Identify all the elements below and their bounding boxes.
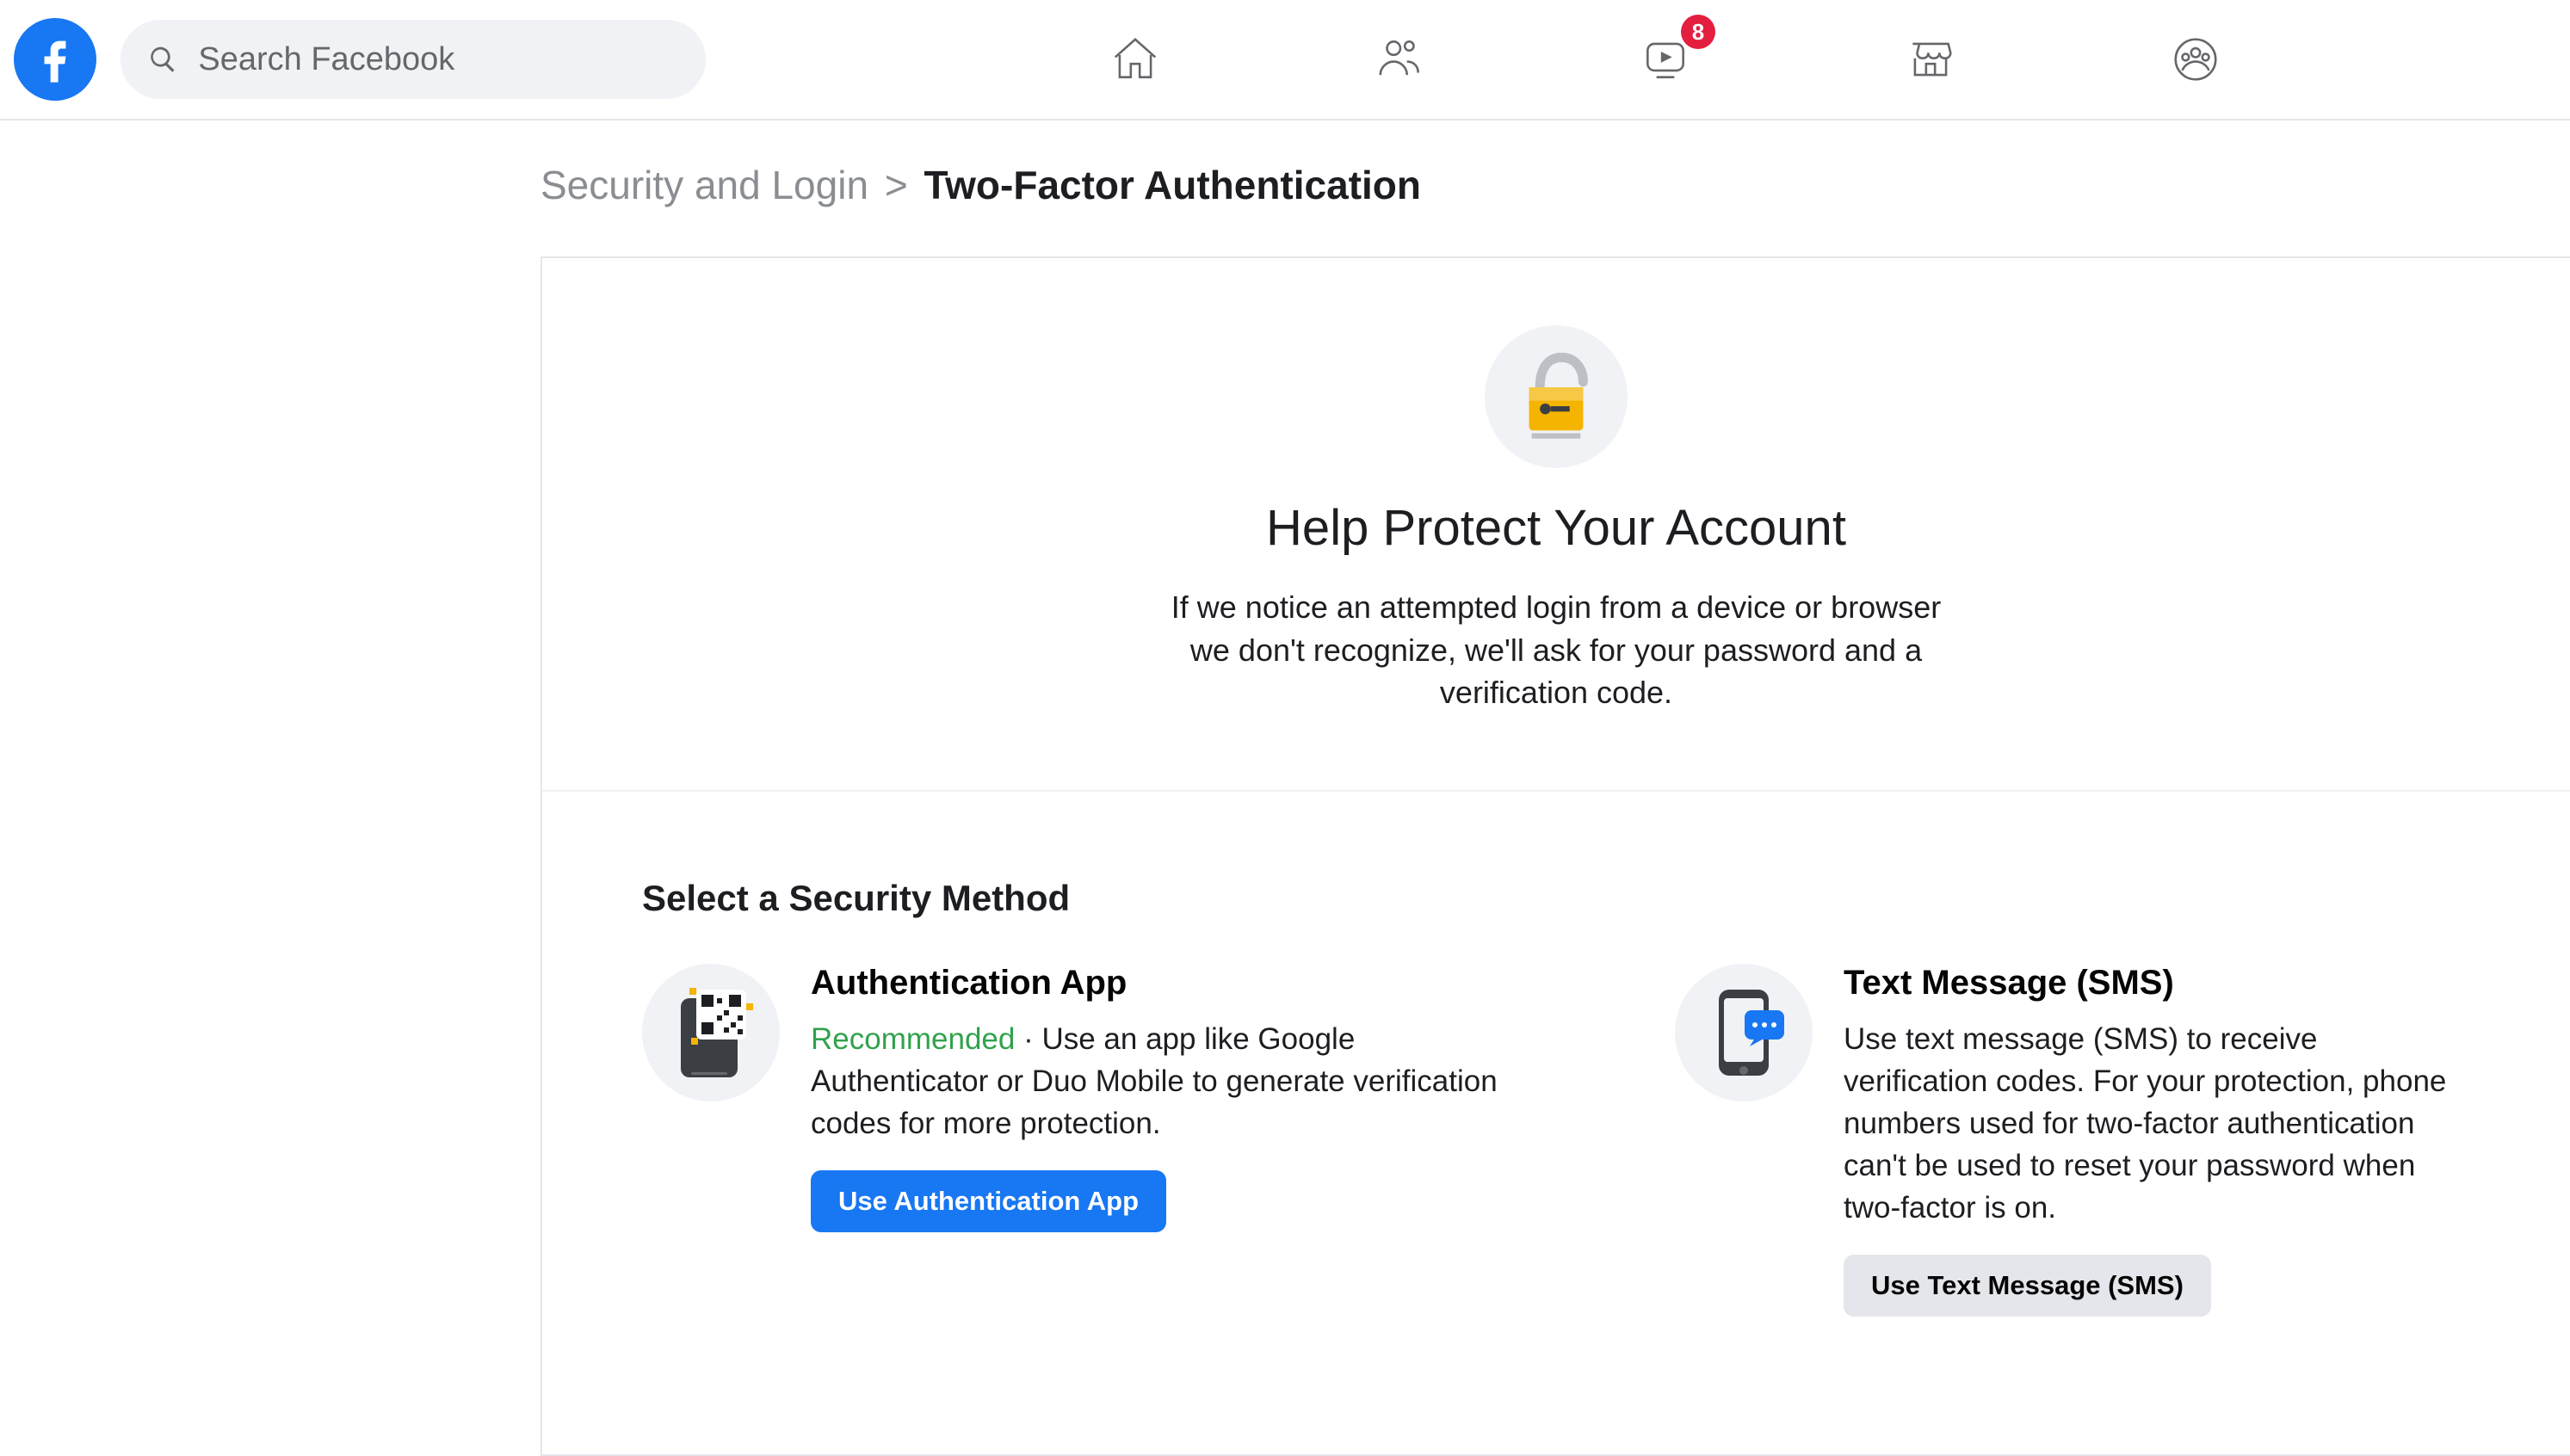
breadcrumb-parent[interactable]: Security and Login <box>541 163 868 207</box>
search-icon <box>148 43 177 76</box>
friends-icon <box>1374 33 1427 86</box>
page-content: Security and Login > Two-Factor Authenti… <box>0 120 2570 1456</box>
sms-phone-icon <box>1675 964 1813 1101</box>
breadcrumb: Security and Login > Two-Factor Authenti… <box>541 120 2570 256</box>
nav-watch[interactable]: 8 <box>1628 22 1703 97</box>
nav-home[interactable] <box>1097 22 1173 97</box>
hero-subtitle: If we notice an attempted login from a d… <box>1160 586 1952 714</box>
sms-description: Use text message (SMS) to receive verifi… <box>1844 1018 2450 1229</box>
use-authapp-button[interactable]: Use Authentication App <box>811 1170 1166 1232</box>
breadcrumb-separator: > <box>880 163 913 207</box>
authapp-description: Recommended · Use an app like Google Aut… <box>811 1018 1503 1144</box>
authapp-title: Authentication App <box>811 964 1503 1003</box>
nav-tabs: 8 <box>706 22 2556 97</box>
top-navbar: 8 <box>0 0 2570 120</box>
lock-key-icon <box>1485 325 1628 468</box>
methods-heading: Select a Security Method <box>642 878 2470 919</box>
home-icon <box>1109 33 1162 86</box>
use-sms-button[interactable]: Use Text Message (SMS) <box>1844 1255 2211 1317</box>
facebook-logo[interactable] <box>14 18 96 101</box>
hero-title: Help Protect Your Account <box>1266 499 1846 557</box>
breadcrumb-current: Two-Factor Authentication <box>924 163 1421 207</box>
method-sms: Text Message (SMS) Use text message (SMS… <box>1675 964 2450 1317</box>
nav-friends[interactable] <box>1362 22 1438 97</box>
facebook-f-icon <box>28 32 83 87</box>
method-authapp: Authentication App Recommended · Use an … <box>642 964 1503 1317</box>
search-bar[interactable] <box>120 20 706 99</box>
hero-section: Help Protect Your Account If we notice a… <box>542 258 2570 792</box>
recommended-label: Recommended <box>811 1022 1015 1056</box>
sms-title: Text Message (SMS) <box>1844 964 2450 1003</box>
marketplace-icon <box>1904 33 1957 86</box>
search-input[interactable] <box>198 41 678 78</box>
methods-row: Authentication App Recommended · Use an … <box>642 964 2470 1317</box>
authapp-qr-icon <box>642 964 780 1101</box>
settings-card: Help Protect Your Account If we notice a… <box>541 256 2570 1456</box>
nav-groups[interactable] <box>2158 22 2233 97</box>
watch-badge: 8 <box>1681 15 1715 49</box>
groups-icon <box>2169 33 2222 86</box>
nav-marketplace[interactable] <box>1893 22 1968 97</box>
methods-section: Select a Security Method <box>542 792 2570 1454</box>
